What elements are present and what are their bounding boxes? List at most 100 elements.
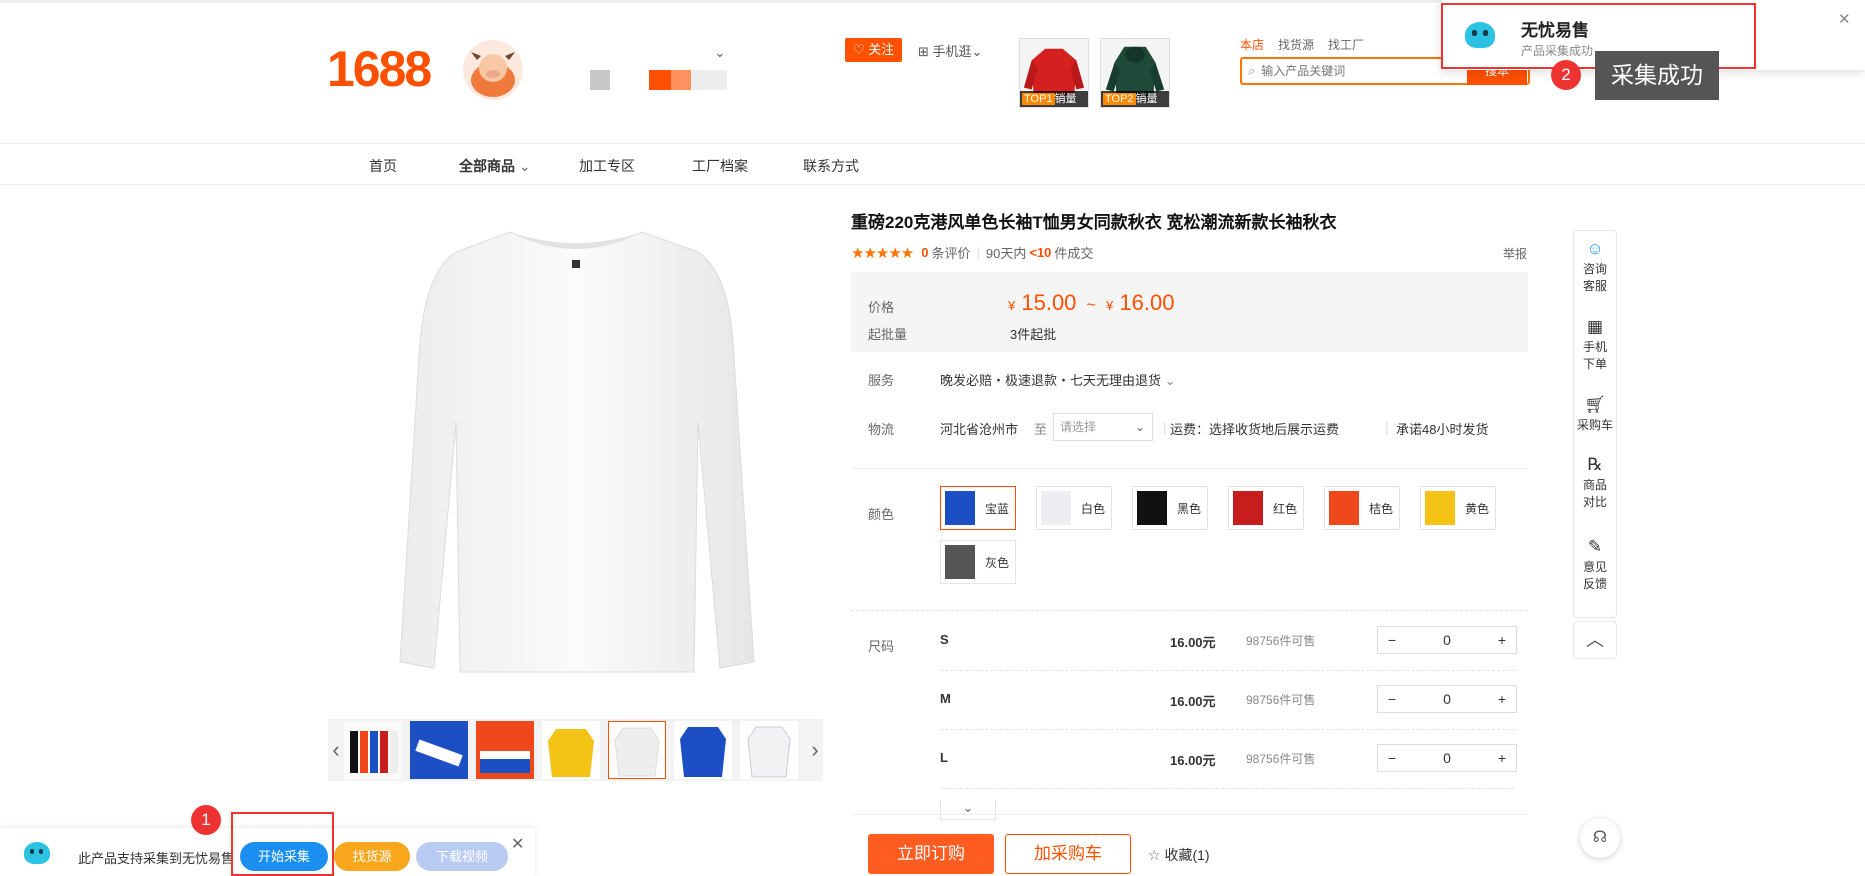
- report-link[interactable]: 举报: [1503, 245, 1527, 262]
- size-price: 16.00元: [1170, 753, 1216, 768]
- service-value[interactable]: 晚发必赔・极速退款・七天无理由退货 ⌄: [940, 370, 1176, 389]
- sidebar-consult[interactable]: ☺ 咨询 客服: [1574, 239, 1616, 295]
- sidebar-feedback[interactable]: ✎ 意见 反馈: [1574, 537, 1616, 593]
- product-main-image[interactable]: [398, 222, 755, 682]
- divider: [940, 670, 1515, 671]
- thumbnail[interactable]: [740, 721, 798, 779]
- sidebar-label: 采购车: [1576, 418, 1613, 432]
- site-logo[interactable]: 1688: [327, 40, 432, 98]
- color-option-white[interactable]: 白色: [1036, 486, 1112, 530]
- ship-promise: 承诺48小时发货: [1396, 422, 1489, 437]
- color-option-red[interactable]: 红色: [1228, 486, 1304, 530]
- color-option-black[interactable]: 黑色: [1132, 486, 1208, 530]
- download-video-button[interactable]: 下载视频: [416, 842, 508, 871]
- plus-icon[interactable]: +: [1488, 750, 1516, 766]
- compare-icon: ℞: [1587, 455, 1603, 474]
- thumbnail[interactable]: [476, 721, 534, 779]
- search-tab-source[interactable]: 找货源: [1278, 36, 1314, 53]
- to-label: 至: [1034, 422, 1048, 437]
- chevron-down-icon: ⌄: [971, 44, 983, 59]
- quantity-stepper: − 0 +: [1377, 685, 1517, 713]
- shop-dropdown-chevron-icon[interactable]: ⌄: [714, 44, 726, 61]
- buy-now-button[interactable]: 立即订购: [868, 834, 994, 874]
- hot-item-2-tag: TOP2 销量: [1101, 91, 1169, 107]
- star-outline-icon: ☆: [1148, 847, 1161, 863]
- mobile-shop-link[interactable]: ⊞ 手机逛⌄: [918, 41, 982, 60]
- nav-all-products-label: 全部商品: [459, 158, 515, 174]
- qrcode-icon: ▦: [1586, 317, 1604, 336]
- shop-rating-bars: [649, 70, 727, 90]
- price-label: 价格: [868, 300, 895, 315]
- step-badge-1: 1: [191, 805, 221, 835]
- sales-prefix: 90天内: [985, 246, 1027, 261]
- customer-service-icon[interactable]: ☊: [1580, 818, 1620, 858]
- size-price: 16.00元: [1170, 694, 1216, 709]
- toast-close-icon[interactable]: ✕: [1838, 10, 1851, 28]
- thumbnail[interactable]: [344, 721, 402, 779]
- swatch-image: [1233, 491, 1263, 525]
- nav-processing[interactable]: 加工专区: [579, 156, 635, 176]
- hot-item-1[interactable]: TOP1 销量: [1019, 38, 1089, 108]
- minus-icon[interactable]: −: [1378, 632, 1406, 648]
- thumbnail[interactable]: [542, 721, 600, 779]
- sidebar-cart[interactable]: 🛒︎ 采购车: [1574, 395, 1616, 434]
- plus-icon[interactable]: +: [1488, 632, 1516, 648]
- size-row: L 16.00元 98756件可售 − 0 +: [940, 738, 1517, 778]
- size-name: S: [940, 632, 949, 647]
- thumb-prev-icon[interactable]: ‹: [328, 719, 344, 781]
- color-option-yellow[interactable]: 黄色: [1420, 486, 1496, 530]
- nav-factory[interactable]: 工厂档案: [692, 156, 748, 176]
- service-label: 服务: [868, 373, 895, 388]
- hot-item-2[interactable]: TOP2 销量: [1100, 38, 1170, 108]
- review-label[interactable]: 条评价: [931, 243, 970, 262]
- divider: [851, 814, 1528, 815]
- edit-icon: ✎: [1587, 537, 1603, 556]
- moq-label: 起批量: [868, 327, 908, 342]
- quantity-input[interactable]: 0: [1433, 750, 1461, 766]
- back-to-top-chevron-up-icon[interactable]: ︿: [1573, 621, 1617, 659]
- chevron-down-icon: ⌄: [518, 158, 531, 174]
- nav-all-products[interactable]: 全部商品 ⌄: [459, 156, 531, 176]
- swatch-image: [1137, 491, 1167, 525]
- size-row: S 16.00元 98756件可售 − 0 +: [940, 620, 1517, 660]
- add-to-cart-button[interactable]: 加采购车: [1005, 834, 1131, 874]
- quantity-input[interactable]: 0: [1433, 691, 1461, 707]
- follow-label: 关注: [868, 42, 895, 57]
- mobile-label: 手机逛: [932, 44, 972, 59]
- quantity-input[interactable]: 0: [1433, 632, 1461, 648]
- search-tab-shop[interactable]: 本店: [1240, 36, 1264, 53]
- size-row: M 16.00元 98756件可售 − 0 +: [940, 679, 1517, 719]
- nav-home[interactable]: 首页: [369, 156, 397, 176]
- review-count[interactable]: 0: [921, 245, 928, 260]
- thumbnail-selected[interactable]: [608, 721, 666, 779]
- find-source-button[interactable]: 找货源: [334, 842, 410, 871]
- sidebar-mobile-order[interactable]: ▦ 手机 下单: [1574, 317, 1616, 373]
- follow-button[interactable]: ♡ 关注: [845, 38, 903, 62]
- search-tab-factory[interactable]: 找工厂: [1328, 36, 1364, 53]
- shop-nav: [0, 143, 1865, 185]
- price-range: ¥ 15.00 ~ ¥ 16.00: [1008, 290, 1175, 315]
- size-name: L: [940, 750, 948, 765]
- wuyou-octopus-logo-icon: [24, 842, 50, 864]
- quantity-stepper: − 0 +: [1377, 744, 1517, 772]
- minus-icon[interactable]: −: [1378, 750, 1406, 766]
- color-option-orange[interactable]: 桔色: [1324, 486, 1400, 530]
- color-option-gray[interactable]: 灰色: [940, 540, 1016, 584]
- destination-select[interactable]: 请选择 ⌄: [1053, 413, 1153, 441]
- thumbnail[interactable]: [410, 721, 468, 779]
- search-input[interactable]: [1261, 64, 1442, 78]
- favorite-button[interactable]: ☆ 收藏(1): [1148, 845, 1210, 865]
- color-option-royal-blue[interactable]: 宝蓝: [940, 486, 1016, 530]
- thumbnail[interactable]: [674, 721, 732, 779]
- close-icon[interactable]: ✕: [511, 834, 524, 854]
- minus-icon[interactable]: −: [1378, 691, 1406, 707]
- shop-avatar[interactable]: [463, 40, 523, 100]
- plus-icon[interactable]: +: [1488, 691, 1516, 707]
- sidebar-compare[interactable]: ℞ 商品 对比: [1574, 455, 1616, 511]
- nav-contact[interactable]: 联系方式: [803, 156, 859, 176]
- collect-success-tip: 采集成功: [1595, 51, 1719, 100]
- size-stock: 98756件可售: [1246, 693, 1316, 707]
- hot-item-1-tag: TOP1 销量: [1020, 91, 1088, 107]
- thumb-next-icon[interactable]: ›: [807, 719, 823, 781]
- expand-sizes-chevron-icon[interactable]: ⌄: [940, 800, 996, 820]
